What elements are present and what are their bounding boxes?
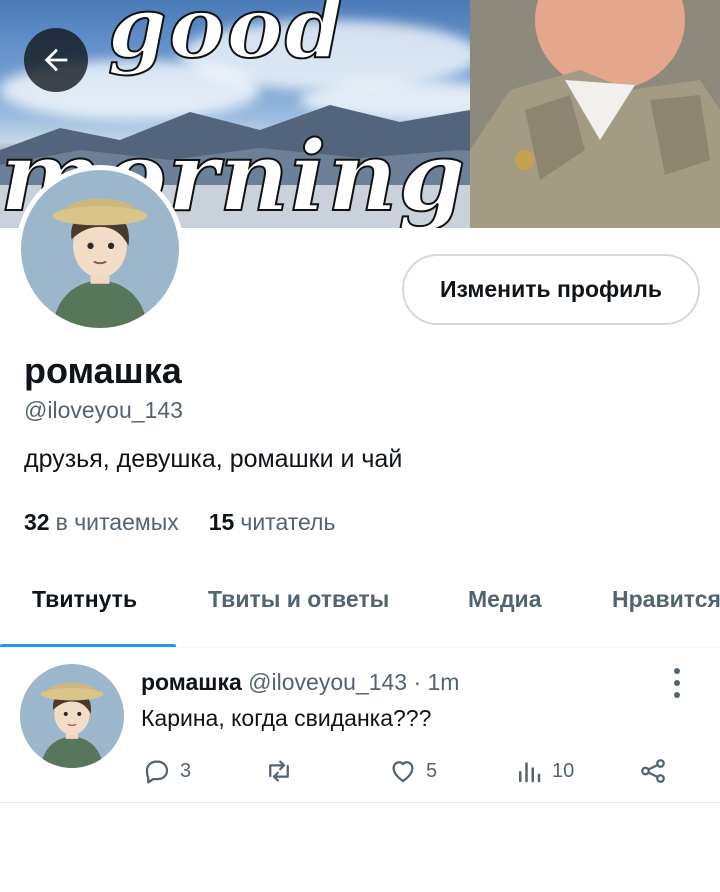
- stats-spacer: [185, 509, 203, 536]
- tweet-meta: @iloveyou_143 · 1m: [248, 669, 460, 695]
- followers-count[interactable]: 15: [209, 509, 235, 536]
- tab-likes[interactable]: Нравится: [612, 586, 720, 613]
- like-count: 5: [426, 759, 438, 782]
- views-button[interactable]: 10: [514, 755, 574, 787]
- avatar-image: [20, 664, 124, 768]
- profile-stats: 32 в читаемых 15 читатель: [24, 509, 335, 536]
- reply-icon: [145, 760, 169, 784]
- tweet-author-name[interactable]: ромашка: [141, 669, 242, 695]
- views-chart-icon: [519, 762, 541, 783]
- edit-profile-button[interactable]: Изменить профиль: [402, 254, 700, 325]
- like-button[interactable]: 5: [388, 755, 437, 787]
- banner-man-figure: [470, 0, 720, 228]
- tab-tweets-and-replies[interactable]: Твиты и ответы: [208, 586, 389, 613]
- banner-text-good: good: [107, 0, 346, 78]
- tweet[interactable]: ромашка @iloveyou_143 · 1m Карина, когда…: [0, 648, 720, 803]
- profile-avatar[interactable]: [16, 165, 184, 333]
- reply-button[interactable]: 3: [142, 755, 191, 787]
- tweet-header: ромашка @iloveyou_143 · 1m: [141, 669, 459, 696]
- profile-tabs: Твитнуть Твиты и ответы Медиа Нравится: [0, 560, 720, 650]
- reply-count: 3: [180, 759, 192, 782]
- profile-display-name: ромашка: [24, 350, 182, 391]
- tweet-text: Карина, когда свиданка???: [141, 705, 432, 731]
- followers-label[interactable]: читатель: [240, 509, 335, 536]
- profile-bio: друзья, девушка, ромашки и чай: [24, 445, 403, 473]
- profile-handle: @iloveyou_143: [24, 397, 183, 423]
- tweet-avatar[interactable]: [20, 664, 124, 768]
- share-icon: [641, 759, 665, 783]
- share-button[interactable]: [638, 755, 668, 787]
- following-count[interactable]: 32: [24, 509, 50, 536]
- tab-tweets[interactable]: Твитнуть: [32, 586, 137, 613]
- retweet-button[interactable]: [264, 755, 302, 787]
- retweet-icon: [269, 760, 289, 782]
- arrow-left-icon: [44, 48, 68, 72]
- heart-icon: [392, 761, 414, 783]
- back-button[interactable]: [24, 28, 88, 92]
- more-options-icon[interactable]: [666, 668, 688, 698]
- avatar-image: [21, 170, 179, 328]
- following-label[interactable]: в читаемых: [56, 509, 179, 536]
- tab-media[interactable]: Медиа: [468, 586, 541, 613]
- views-count: 10: [552, 759, 575, 782]
